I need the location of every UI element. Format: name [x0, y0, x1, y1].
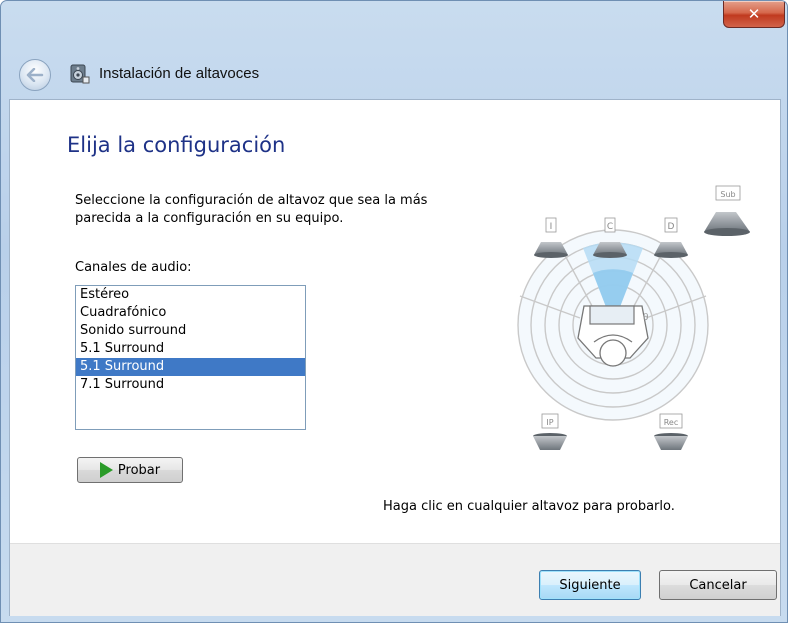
dialog-window: ✕ Instalación de altavoces Elija la conf…	[0, 0, 788, 623]
list-item-5-1-surround-selected[interactable]: 5.1 Surround	[76, 358, 305, 376]
cancel-button[interactable]: Cancelar	[659, 570, 777, 600]
wizard-header: Instalación de altavoces	[9, 51, 779, 99]
test-hint-text: Haga clic en cualquier altavoz para prob…	[383, 499, 675, 514]
back-button[interactable]	[19, 59, 51, 91]
list-item-7-1-surround[interactable]: 7.1 Surround	[76, 376, 305, 394]
speaker-rear-left-label: IP	[546, 418, 553, 427]
audio-channels-label: Canales de audio:	[75, 260, 192, 275]
list-item-surround[interactable]: Sonido surround	[76, 322, 305, 340]
close-icon: ✕	[747, 5, 761, 23]
next-button[interactable]: Siguiente	[539, 570, 641, 600]
svg-text:θ: θ	[643, 313, 649, 323]
list-item-5-1-surround[interactable]: 5.1 Surround	[76, 340, 305, 358]
close-button[interactable]: ✕	[723, 1, 785, 28]
speaker-front-left[interactable]: I	[534, 217, 568, 258]
speaker-front-left-label: I	[550, 222, 553, 232]
page-title: Elija la configuración	[67, 133, 286, 157]
speaker-center-label: C	[607, 222, 613, 232]
button-bar: Siguiente Cancelar	[10, 543, 780, 616]
list-item-quadraphonic[interactable]: Cuadrafónico	[76, 304, 305, 322]
speaker-layout-diagram: θ I C D Sub IP Rec	[517, 185, 750, 450]
speaker-subwoofer[interactable]: Sub	[704, 185, 750, 236]
test-button-label: Probar	[117, 462, 161, 478]
speaker-rear-left[interactable]: IP	[533, 413, 567, 450]
speaker-subwoofer-label: Sub	[720, 190, 735, 199]
instructions-text: Seleccione la configuración de altavoz q…	[75, 193, 428, 226]
back-arrow-icon	[26, 68, 44, 82]
speaker-rear-right-label: Rec	[664, 418, 679, 427]
speaker-front-right-label: D	[668, 222, 675, 232]
audio-channels-listbox[interactable]: Estéreo Cuadrafónico Sonido surround 5.1…	[75, 285, 306, 430]
test-button[interactable]: Probar	[77, 457, 183, 483]
window-title: Instalación de altavoces	[99, 65, 260, 82]
list-item-stereo[interactable]: Estéreo	[76, 286, 305, 304]
speaker-rear-right[interactable]: Rec	[654, 413, 688, 450]
speaker-setup-icon	[70, 64, 90, 84]
title-bar: ✕	[1, 1, 787, 41]
wizard-content: Elija la configuración Seleccione la con…	[9, 99, 781, 616]
speaker-front-right[interactable]: D	[654, 217, 688, 258]
play-icon	[99, 462, 113, 478]
